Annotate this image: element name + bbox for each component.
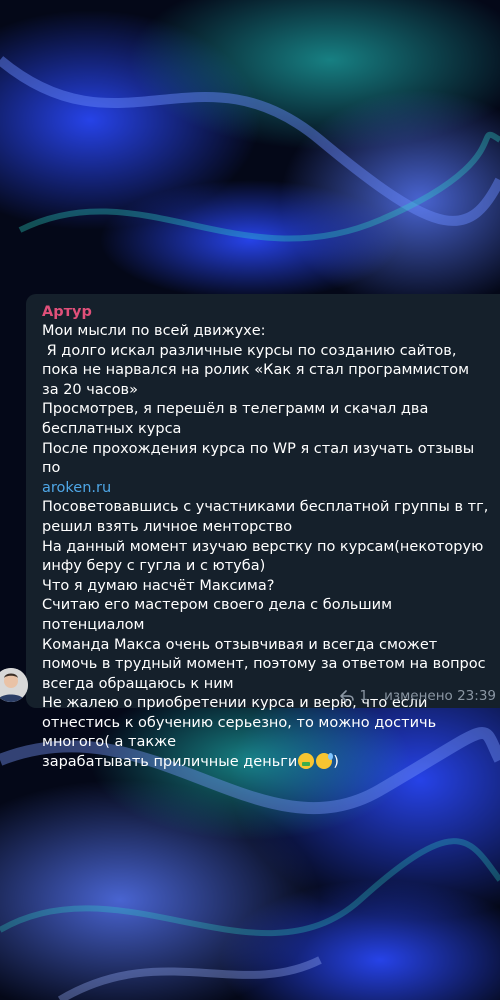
- money-mouth-face-icon: [298, 753, 315, 770]
- message-line: Просмотрев, я перешёл в телеграмм и скач…: [42, 401, 433, 437]
- edited-timestamp: изменено 23:39: [384, 688, 496, 704]
- sender-name[interactable]: Артур: [42, 302, 490, 322]
- message-line: зарабатывать приличные деньги: [42, 754, 298, 771]
- message-line: Что я думаю насчёт Максима?: [42, 577, 275, 594]
- message-bubble[interactable]: Артур Мои мысли по всей движухе: Я долго…: [26, 294, 500, 770]
- message-line-end: ): [333, 754, 339, 771]
- message-line: После прохождения курса по WP я стал изу…: [42, 440, 479, 477]
- message-line: На данный момент изучаю верстку по курса…: [42, 538, 488, 575]
- message-line: Посоветовавшись с участниками бесплатной…: [42, 499, 493, 535]
- message-meta: 1 изменено 23:39: [339, 688, 496, 704]
- message-line: Я долго искал различные курсы по создани…: [42, 342, 474, 398]
- reply-icon[interactable]: [339, 690, 354, 702]
- message-line: Команда Макса очень отзывчивая и всегда …: [42, 636, 491, 692]
- message-text: Мои мысли по всей движухе: Я долго искал…: [42, 322, 490, 773]
- message-link[interactable]: aroken.ru: [42, 480, 111, 496]
- reply-count[interactable]: 1: [360, 688, 369, 704]
- grinning-sweat-face-icon: [316, 753, 334, 770]
- message-line: Считаю его мастером своего дела с больши…: [42, 597, 397, 633]
- message-line: Мои мысли по всей движухе:: [42, 323, 266, 339]
